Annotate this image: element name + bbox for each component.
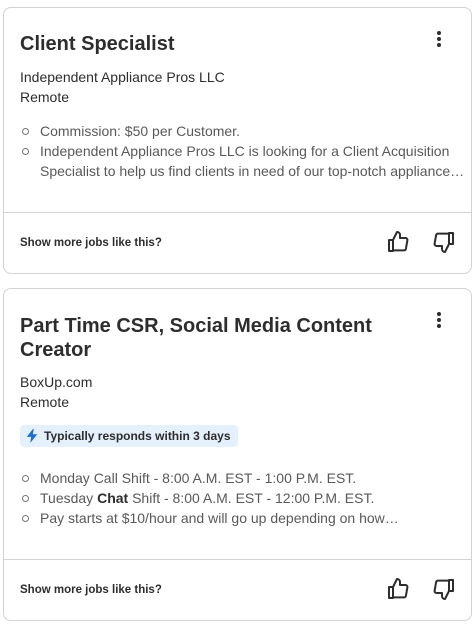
kebab-dot — [437, 37, 441, 41]
snippet-text: Shift - 8:00 A.M. EST - 12:00 P.M. EST. — [128, 490, 375, 506]
lightning-bolt-icon — [26, 429, 38, 443]
thumbs-down-icon[interactable] — [432, 577, 456, 601]
responsiveness-badge: Typically responds within 3 days — [20, 425, 238, 447]
job-snippet: Commission: $50 per Customer. Independen… — [20, 121, 465, 181]
thumbs-up-icon[interactable] — [386, 577, 410, 601]
job-card[interactable]: Part Time CSR, Social Media Content Crea… — [3, 288, 472, 621]
kebab-dot — [437, 31, 441, 35]
more-options-button[interactable] — [429, 29, 449, 49]
snippet-text: Tuesday — [40, 490, 98, 506]
badge-label: Typically responds within 3 days — [44, 429, 231, 443]
card-divider — [4, 212, 471, 213]
job-title[interactable]: Part Time CSR, Social Media Content Crea… — [20, 314, 423, 362]
thumbs-up-icon[interactable] — [386, 230, 410, 254]
feedback-prompt: Show more jobs like this? — [20, 237, 162, 249]
job-title[interactable]: Client Specialist — [20, 32, 423, 56]
snippet-highlight: Chat — [97, 490, 129, 506]
company-name: Independent Appliance Pros LLC — [20, 69, 225, 85]
feedback-prompt: Show more jobs like this? — [20, 584, 162, 596]
kebab-dot — [437, 324, 441, 328]
kebab-dot — [437, 318, 441, 322]
job-snippet: Monday Call Shift - 8:00 A.M. EST - 1:00… — [20, 468, 465, 528]
snippet-item: Commission: $50 per Customer. — [20, 121, 465, 141]
kebab-dot — [437, 312, 441, 316]
thumbs-down-icon[interactable] — [432, 230, 456, 254]
card-divider — [4, 559, 471, 560]
snippet-item: Monday Call Shift - 8:00 A.M. EST - 1:00… — [20, 468, 465, 488]
job-location: Remote — [20, 394, 70, 410]
company-name: BoxUp.com — [20, 374, 93, 390]
snippet-item: Independent Appliance Pros LLC is lookin… — [20, 141, 465, 181]
snippet-item: Pay starts at $10/hour and will go up de… — [20, 508, 465, 528]
job-card[interactable]: Client Specialist Independent Appliance … — [3, 7, 472, 274]
job-location: Remote — [20, 89, 70, 105]
snippet-item: Tuesday Chat Shift - 8:00 A.M. EST - 12:… — [20, 488, 465, 508]
kebab-dot — [437, 43, 441, 47]
more-options-button[interactable] — [429, 310, 449, 330]
